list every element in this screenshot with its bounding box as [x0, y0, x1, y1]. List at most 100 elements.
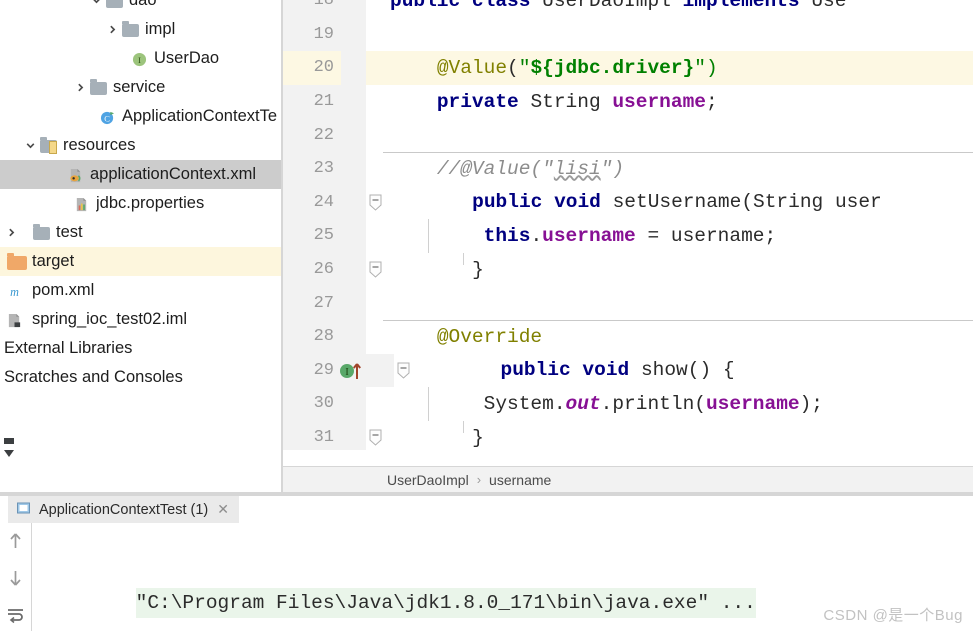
- tree-item-pom-xml[interactable]: m pom.xml: [0, 276, 281, 305]
- gutter-icon-cell[interactable]: [341, 185, 366, 220]
- tree-item-applicationcontext-xml[interactable]: applicationContext.xml: [0, 160, 281, 189]
- code-text: this. username = username;: [384, 219, 973, 253]
- implements-marker-icon[interactable]: I: [339, 359, 364, 383]
- breadcrumb[interactable]: UserDaoImpl › username: [283, 466, 973, 492]
- top-split-region: dao impl I UserDao service C Application…: [0, 0, 973, 492]
- code-line[interactable]: 22: [283, 118, 973, 152]
- chevron-down-icon[interactable]: [22, 140, 39, 151]
- tree-item-service[interactable]: service: [0, 73, 281, 102]
- fold-collapse-icon[interactable]: [397, 362, 410, 379]
- fold-column[interactable]: [366, 17, 384, 52]
- chevron-down-icon[interactable]: [88, 0, 105, 6]
- gutter-icon-cell[interactable]: [341, 0, 366, 18]
- fold-column[interactable]: [366, 319, 384, 354]
- tree-item-label: applicationContext.xml: [90, 165, 256, 183]
- code-scroll-area[interactable]: 18 public class UserDaoImpl implements U…: [283, 0, 973, 450]
- code-line[interactable]: 28 @Override: [283, 319, 973, 354]
- scroll-down-icon[interactable]: [7, 569, 24, 593]
- code-line[interactable]: 24 public void setUsername (String user: [283, 185, 973, 220]
- gutter-icon-cell[interactable]: [341, 420, 366, 450]
- gutter-icon-cell[interactable]: [341, 387, 366, 421]
- fold-collapse-icon[interactable]: [369, 194, 382, 211]
- project-tool-window[interactable]: dao impl I UserDao service C Application…: [0, 0, 281, 492]
- console-tab[interactable]: ApplicationContextTest (1) ✕: [8, 496, 239, 523]
- fold-column[interactable]: [366, 387, 384, 421]
- gutter-icon-cell[interactable]: [341, 118, 366, 152]
- fold-end-icon[interactable]: [369, 261, 382, 278]
- token-comment: //@Value(": [436, 157, 554, 180]
- code-line[interactable]: 31 }: [283, 420, 973, 450]
- fold-column[interactable]: [366, 118, 384, 152]
- gutter-icon-cell[interactable]: [341, 151, 366, 186]
- tree-item-userdao[interactable]: I UserDao: [0, 44, 281, 73]
- fold-column[interactable]: [366, 286, 384, 320]
- run-tool-window: ApplicationContextTest (1) ✕ "C:\Program…: [0, 496, 973, 631]
- tree-item-dao[interactable]: dao: [0, 0, 281, 15]
- fold-end-icon[interactable]: [369, 429, 382, 446]
- tree-item-label: impl: [145, 20, 176, 38]
- close-icon[interactable]: ✕: [217, 501, 229, 518]
- tree-item-iml[interactable]: spring_ioc_test02.iml: [0, 305, 281, 334]
- code-line[interactable]: 21 private String username;: [283, 84, 973, 119]
- chevron-right-icon[interactable]: [104, 24, 121, 35]
- tool-window-splitter-handle[interactable]: [2, 434, 16, 468]
- code-line[interactable]: 23 //@Value(" lisi "): [283, 151, 973, 186]
- token-field: username: [542, 224, 636, 247]
- tree-item-target[interactable]: target: [0, 247, 281, 276]
- token-field: username: [612, 90, 706, 113]
- gutter-icon-cell[interactable]: [341, 252, 366, 287]
- gutter-icon-cell[interactable]: I: [339, 353, 395, 388]
- gutter-icon-cell[interactable]: [341, 219, 366, 253]
- code-line[interactable]: 20 @Value(" ${jdbc.driver} "): [283, 51, 973, 85]
- token-keyword: public: [472, 191, 543, 214]
- fold-column[interactable]: [366, 420, 420, 450]
- fold-column[interactable]: [366, 252, 420, 287]
- breadcrumb-member[interactable]: username: [489, 472, 551, 488]
- tree-item-test[interactable]: test: [0, 218, 281, 247]
- tree-item-label: target: [32, 252, 75, 270]
- code-line[interactable]: 29 I public void show() {: [283, 353, 973, 388]
- fold-column[interactable]: [366, 51, 384, 85]
- soft-wrap-icon[interactable]: [6, 607, 25, 629]
- line-number: 24: [283, 185, 341, 220]
- token-method: setUsername: [612, 191, 742, 214]
- tree-item-external-libraries[interactable]: External Libraries: [0, 334, 281, 363]
- code-line[interactable]: 18 public class UserDaoImpl implements U…: [283, 0, 973, 18]
- code-line[interactable]: 27: [283, 286, 973, 320]
- token-method: show() {: [640, 359, 735, 382]
- tree-item-applicationcontexttest[interactable]: C ApplicationContextTe: [0, 102, 281, 131]
- token-interface: Use: [811, 0, 847, 12]
- gutter-icon-cell[interactable]: [341, 319, 366, 354]
- fold-column[interactable]: [366, 151, 384, 186]
- tree-item-impl[interactable]: impl: [0, 15, 281, 44]
- tree-item-label: jdbc.properties: [96, 194, 205, 212]
- gutter-icon-cell[interactable]: [341, 84, 366, 119]
- code-line[interactable]: 26 }: [283, 252, 973, 287]
- tree-item-resources[interactable]: resources: [0, 131, 281, 160]
- code-line[interactable]: 25 this. username = username;: [283, 219, 973, 253]
- gutter-icon-cell[interactable]: [341, 286, 366, 320]
- svg-text:C: C: [104, 113, 110, 123]
- chevron-right-icon[interactable]: [0, 227, 22, 238]
- code-text: //@Value(" lisi "): [383, 151, 973, 186]
- code-editor[interactable]: 18 public class UserDaoImpl implements U…: [283, 0, 973, 492]
- line-number: 21: [283, 84, 341, 119]
- maven-icon: m: [4, 282, 28, 300]
- tree-item-jdbc-properties[interactable]: jdbc.properties: [0, 189, 281, 218]
- gutter-icon-cell[interactable]: [341, 51, 366, 85]
- console-toolbar[interactable]: [0, 523, 31, 631]
- breadcrumb-class[interactable]: UserDaoImpl: [387, 472, 469, 488]
- fold-column[interactable]: [366, 84, 384, 119]
- code-line[interactable]: 30 System. out .println(username);: [283, 387, 973, 421]
- gutter-icon-cell[interactable]: [341, 17, 366, 52]
- scroll-up-icon[interactable]: [7, 531, 24, 555]
- fold-column[interactable]: [366, 185, 420, 220]
- token-tail: );: [799, 392, 824, 415]
- fold-column[interactable]: [366, 219, 384, 253]
- fold-column[interactable]: [366, 0, 384, 18]
- token-quote-close: "): [694, 56, 718, 79]
- chevron-right-icon[interactable]: [72, 82, 89, 93]
- code-line[interactable]: 19: [283, 17, 973, 52]
- fold-column[interactable]: [394, 353, 448, 388]
- tree-item-scratches-consoles[interactable]: Scratches and Consoles: [0, 363, 281, 392]
